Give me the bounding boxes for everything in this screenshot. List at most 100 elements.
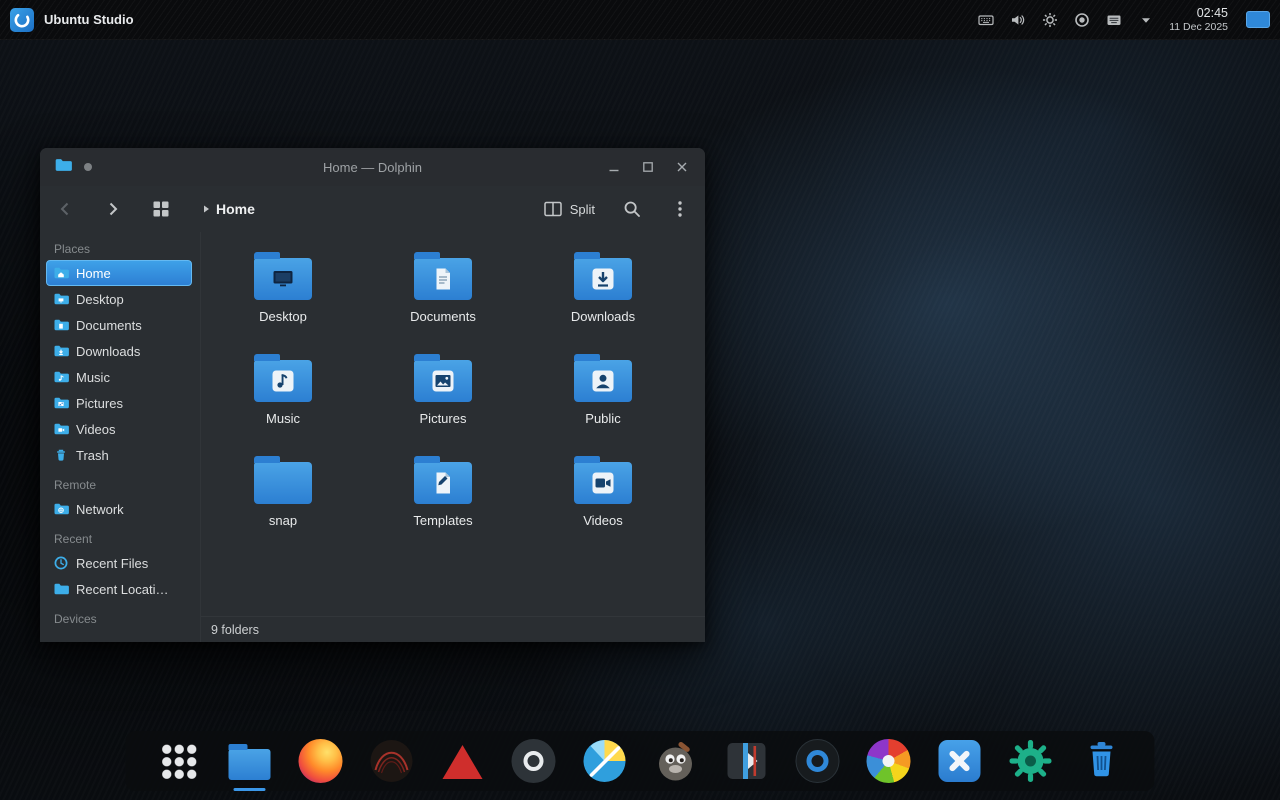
- settings-gear-icon[interactable]: [1041, 11, 1059, 29]
- color-wheel-app-icon[interactable]: [866, 738, 912, 784]
- back-button[interactable]: [54, 198, 76, 220]
- maximize-button[interactable]: [639, 158, 657, 176]
- file-item-templates[interactable]: Templates: [383, 452, 503, 548]
- system-tray: 02:45 11 Dec 2025: [977, 6, 1270, 34]
- caret-down-icon[interactable]: [1137, 11, 1155, 29]
- sidebar-item-videos[interactable]: Videos: [46, 416, 192, 442]
- forward-button[interactable]: [102, 198, 124, 220]
- status-text: 9 folders: [211, 623, 259, 637]
- file-item-music[interactable]: Music: [223, 350, 343, 446]
- file-item-snap[interactable]: snap: [223, 452, 343, 548]
- desktop-icon: [53, 291, 69, 307]
- file-item-desktop[interactable]: Desktop: [223, 248, 343, 344]
- documents-icon: [53, 317, 69, 333]
- music-icon: [53, 369, 69, 385]
- file-item-documents[interactable]: Documents: [383, 248, 503, 344]
- sidebar-item-label: Desktop: [76, 292, 124, 307]
- keyboard-icon[interactable]: [977, 11, 995, 29]
- volume-icon[interactable]: [1009, 11, 1027, 29]
- dolphin-window: Home — Dolphin Home: [40, 148, 705, 642]
- dolphin-folder-glyph: [229, 749, 271, 780]
- file-label: Public: [585, 411, 620, 426]
- sidebar-section-remote: Remote: [46, 478, 200, 496]
- dock: [126, 731, 1155, 791]
- system-settings-icon[interactable]: [1008, 738, 1054, 784]
- top-panel: Ubuntu Studio 02:45 11 Dec 2025: [0, 0, 1280, 40]
- view-mode-icon[interactable]: [150, 198, 172, 220]
- sidebar-item-home[interactable]: Home: [46, 260, 192, 286]
- pinwheel-glyph: [867, 739, 911, 783]
- search-icon[interactable]: [621, 198, 643, 220]
- ubuntu-studio-logo-icon: [10, 8, 34, 32]
- folder-icon: [53, 581, 69, 597]
- sidebar-item-network[interactable]: Network: [46, 496, 192, 522]
- sidebar-item-label: Trash: [76, 448, 109, 463]
- sidebar-item-label: Documents: [76, 318, 142, 333]
- breadcrumb-home[interactable]: Home: [216, 201, 255, 217]
- breadcrumb[interactable]: Home: [200, 201, 255, 217]
- ardour-icon[interactable]: [369, 738, 415, 784]
- krita-icon[interactable]: [582, 738, 628, 784]
- folder-icon: [574, 360, 632, 402]
- sidebar-section-places: Places: [46, 242, 200, 260]
- menu-overflow-icon[interactable]: [669, 198, 691, 220]
- record-icon[interactable]: [1073, 11, 1091, 29]
- titlebar[interactable]: Home — Dolphin: [40, 148, 705, 186]
- folder-icon: [254, 462, 312, 504]
- clock-date: 11 Dec 2025: [1169, 21, 1228, 34]
- file-item-public[interactable]: Public: [543, 350, 663, 446]
- file-item-downloads[interactable]: Downloads: [543, 248, 663, 344]
- file-label: Videos: [583, 513, 623, 528]
- sidebar-item-downloads[interactable]: Downloads: [46, 338, 192, 364]
- sidebar-section-recent: Recent: [46, 532, 200, 550]
- clock-icon: [53, 555, 69, 571]
- firefox-glyph: [299, 739, 343, 783]
- folder-icon: [414, 360, 472, 402]
- sidebar-item-recent-files[interactable]: Recent Files: [46, 550, 192, 576]
- keyboard-layout-icon[interactable]: [1105, 11, 1123, 29]
- folder-icon: [574, 462, 632, 504]
- show-desktop-icon[interactable]: [1246, 11, 1270, 28]
- sidebar-item-label: Recent Files: [76, 556, 148, 571]
- kdenlive-icon[interactable]: [724, 738, 770, 784]
- panel-clock[interactable]: 02:45 11 Dec 2025: [1169, 6, 1228, 34]
- sidebar-item-recent-locati[interactable]: Recent Locati…: [46, 576, 192, 602]
- dolphin-icon[interactable]: [227, 738, 273, 784]
- sidebar-item-desktop[interactable]: Desktop: [46, 286, 192, 312]
- folder-icon: [254, 360, 312, 402]
- close-button[interactable]: [673, 158, 691, 176]
- file-label: Templates: [413, 513, 472, 528]
- sidebar-item-trash[interactable]: Trash: [46, 442, 192, 468]
- file-label: Documents: [410, 309, 476, 324]
- breadcrumb-arrow-icon: [200, 203, 212, 215]
- window-body: Places Home Desktop Documents Downloads Music…: [40, 232, 705, 642]
- pictures-icon: [53, 395, 69, 411]
- app-launcher-icon[interactable]: [156, 738, 202, 784]
- red-triangle-app-icon[interactable]: [440, 738, 486, 784]
- panel-branding: Ubuntu Studio: [10, 8, 134, 32]
- installer-app-icon[interactable]: [937, 738, 983, 784]
- file-label: Downloads: [571, 309, 635, 324]
- status-bar: 9 folders: [201, 616, 705, 642]
- sidebar-item-label: Home: [76, 266, 111, 281]
- obs-studio-icon[interactable]: [511, 738, 557, 784]
- sidebar-item-music[interactable]: Music: [46, 364, 192, 390]
- lens-app-icon[interactable]: [795, 738, 841, 784]
- split-icon: [543, 199, 563, 219]
- minimize-button[interactable]: [605, 158, 623, 176]
- sidebar-item-documents[interactable]: Documents: [46, 312, 192, 338]
- view-wrap: Desktop Documents Downloads Music Pictures Pu…: [200, 232, 705, 642]
- folder-icon: [254, 258, 312, 300]
- sidebar-item-label: Network: [76, 502, 124, 517]
- sidebar-item-pictures[interactable]: Pictures: [46, 390, 192, 416]
- file-item-pictures[interactable]: Pictures: [383, 350, 503, 446]
- sidebar-item-label: Downloads: [76, 344, 140, 359]
- file-item-videos[interactable]: Videos: [543, 452, 663, 548]
- sidebar-item-label: Music: [76, 370, 110, 385]
- split-button[interactable]: Split: [543, 199, 595, 219]
- trash-icon[interactable]: [1079, 738, 1125, 784]
- split-label: Split: [570, 202, 595, 217]
- sidebar-item-label: Pictures: [76, 396, 123, 411]
- gimp-icon[interactable]: [653, 738, 699, 784]
- firefox-icon[interactable]: [298, 738, 344, 784]
